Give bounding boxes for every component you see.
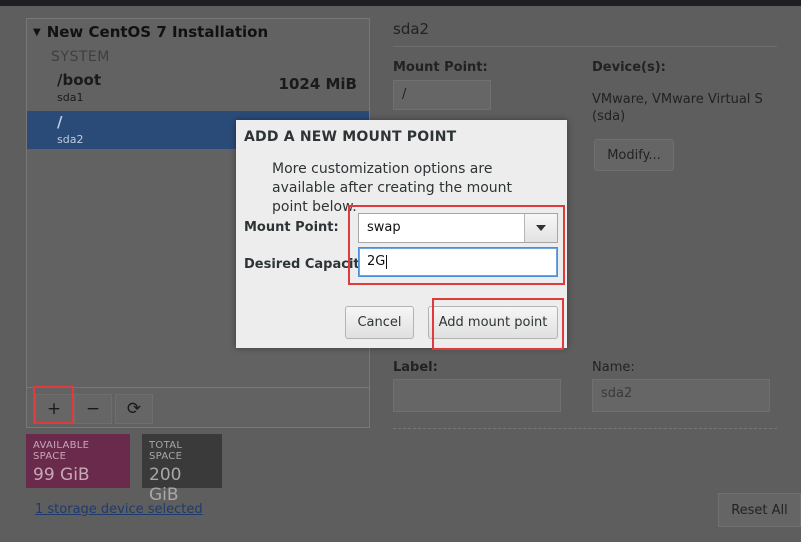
- devices-label: Device(s):: [592, 60, 666, 75]
- total-space-value: 200 GiB: [149, 465, 182, 505]
- mount-point-name: /: [57, 113, 63, 131]
- available-space-box: AVAILABLE SPACE 99 GiB: [26, 434, 130, 488]
- installation-header[interactable]: ▼ New CentOS 7 Installation: [33, 23, 268, 41]
- label-field-label: Label:: [393, 360, 438, 375]
- text-cursor: [386, 254, 388, 269]
- mount-point-name: /boot: [57, 71, 101, 89]
- desired-capacity-text: 2G: [367, 254, 388, 269]
- devices-value-sub: (sda): [592, 109, 626, 124]
- mount-point-dropdown-button[interactable]: [524, 214, 557, 242]
- name-field-label: Name:: [592, 360, 635, 375]
- modify-button[interactable]: Modify...: [594, 139, 674, 171]
- remove-mount-point-button[interactable]: −: [74, 394, 112, 424]
- mount-point-toolbar: + − ⟳: [27, 387, 369, 428]
- mount-point-field[interactable]: /: [393, 80, 491, 110]
- label-field[interactable]: [393, 379, 561, 412]
- available-space-value: 99 GiB: [33, 465, 90, 485]
- mount-point-device: sda1: [57, 91, 84, 104]
- mount-point-value: swap: [367, 220, 401, 235]
- refresh-button[interactable]: ⟳: [115, 394, 153, 424]
- cancel-button[interactable]: Cancel: [345, 306, 414, 339]
- mount-point-size: 1024 MiB: [278, 75, 357, 93]
- refresh-icon: ⟳: [126, 399, 142, 419]
- device-title: sda2: [393, 20, 430, 38]
- dialog-description: More customization options are available…: [272, 161, 513, 215]
- dashed-divider: [393, 428, 777, 429]
- mount-point-combobox[interactable]: swap: [358, 213, 558, 243]
- mount-point-field-label: Mount Point:: [393, 60, 488, 75]
- add-mount-point-button[interactable]: +: [35, 394, 73, 424]
- desired-capacity-value: 2G: [367, 254, 386, 269]
- mount-point-row-boot[interactable]: /boot sda1 1024 MiB: [27, 69, 369, 107]
- mount-point-device: sda2: [57, 133, 84, 146]
- devices-value: VMware, VMware Virtual S: [592, 92, 763, 107]
- chevron-down-icon: [536, 225, 546, 231]
- system-group-label: SYSTEM: [51, 49, 110, 65]
- desired-capacity-input[interactable]: 2G: [358, 247, 558, 277]
- expand-triangle-icon[interactable]: ▼: [33, 27, 41, 38]
- desired-capacity-label: Desired Capacity:: [244, 257, 374, 272]
- total-space-label: TOTAL SPACE: [149, 440, 183, 462]
- storage-devices-link[interactable]: 1 storage device selected: [35, 502, 203, 517]
- name-field[interactable]: sda2: [592, 379, 770, 412]
- add-mount-point-dialog: ADD A NEW MOUNT POINT More customization…: [236, 120, 567, 348]
- mount-point-label: Mount Point:: [244, 220, 339, 235]
- minus-icon: −: [85, 399, 101, 419]
- top-bar: [0, 0, 801, 6]
- title-separator: [393, 46, 777, 47]
- add-mount-point-confirm-button[interactable]: Add mount point: [428, 306, 558, 339]
- total-space-box: TOTAL SPACE 200 GiB: [142, 434, 222, 505]
- dialog-title: ADD A NEW MOUNT POINT: [244, 129, 457, 145]
- available-space-label: AVAILABLE SPACE: [33, 440, 90, 462]
- plus-icon: +: [46, 399, 62, 419]
- reset-all-button[interactable]: Reset All: [718, 493, 801, 527]
- installation-header-label: New CentOS 7 Installation: [46, 23, 269, 41]
